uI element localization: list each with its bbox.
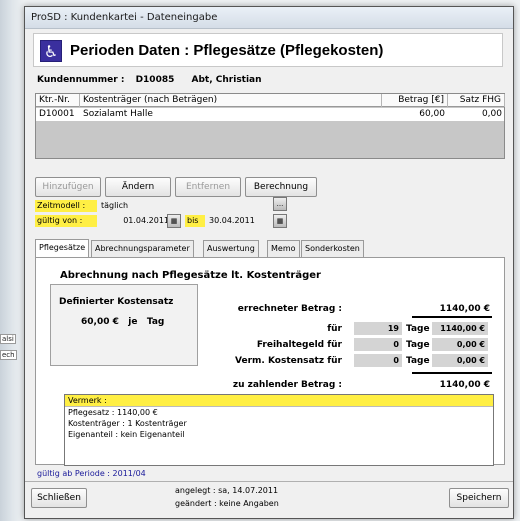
table-header: Ktr.-Nr. Kostenträger (nach Beträgen) Be… xyxy=(36,94,505,107)
verm-kostensatz-unit: Tage xyxy=(406,356,430,366)
zeitmodell-more-button[interactable]: ... xyxy=(273,197,287,211)
defined-rate-title: Definierter Kostensatz xyxy=(59,297,174,307)
cost-bearer-table[interactable]: Ktr.-Nr. Kostenträger (nach Beträgen) Be… xyxy=(35,93,505,159)
freihaltegeld-label: Freihaltegeld für xyxy=(256,340,342,350)
computed-amount-value: 1140,00 € xyxy=(439,304,490,314)
zeitmodell-label: Zeitmodell : xyxy=(35,200,97,212)
remark-line: Kostenträger : 1 Kostenträger xyxy=(68,419,187,428)
fuer-label: für xyxy=(327,324,342,334)
valid-from-label: gültig von : xyxy=(35,215,97,227)
valid-to-field[interactable]: 30.04.2011 xyxy=(209,214,267,227)
remark-line: Eigenanteil : kein Eigenanteil xyxy=(68,430,185,439)
cell-satz: 0,00 xyxy=(481,109,502,119)
defined-rate-box: Definierter Kostensatz 60,00 € je Tag xyxy=(50,284,198,366)
window-titlebar[interactable]: ProSD : Kundenkartei - Dateneingabe xyxy=(25,7,513,29)
change-button[interactable]: Ändern xyxy=(105,177,171,197)
valid-period-text: gültig ab Periode : 2011/04 xyxy=(37,469,146,478)
tab-pflegesaetze[interactable]: Pflegesätze xyxy=(35,239,90,257)
verm-kostensatz-label: Verm. Kostensatz für xyxy=(235,356,342,366)
customer-number: D10085 xyxy=(135,75,175,85)
tab-memo[interactable]: Memo xyxy=(267,240,300,257)
main-window: ProSD : Kundenkartei - Dateneingabe ♿ Pe… xyxy=(24,6,514,519)
save-button[interactable]: Speichern xyxy=(449,488,509,508)
column-header-ktr[interactable]: Ktr.-Nr. xyxy=(36,94,80,107)
footer-divider xyxy=(25,481,513,482)
valid-to-label: bis xyxy=(185,215,205,227)
calendar-icon[interactable]: ▦ xyxy=(167,214,181,228)
table-row[interactable]: D10001 Sozialamt Halle 60,00 0,00 xyxy=(36,108,504,121)
background-window-fragment: ech xyxy=(0,350,17,360)
valid-from-field[interactable]: 01.04.2011 xyxy=(101,214,169,227)
changed-info: geändert : keine Angaben xyxy=(175,499,279,508)
customer-info: Kundennummer : D10085 Abt, Christian xyxy=(37,75,270,85)
total-rule xyxy=(412,316,492,318)
created-info: angelegt : sa, 14.07.2011 xyxy=(175,486,279,495)
calculate-button[interactable]: Berechnung xyxy=(245,177,317,197)
remark-title: Vermerk : xyxy=(65,395,493,407)
total-rule xyxy=(412,372,492,374)
page-header: ♿ Perioden Daten : Pflegesätze (Pflegeko… xyxy=(33,33,503,67)
fuer-days-field[interactable]: 19 xyxy=(354,322,402,335)
verm-kostensatz-amount-field: 0,00 € xyxy=(432,354,488,367)
remark-line: Pflegesatz : 1140,00 € xyxy=(68,408,158,417)
page-title: Perioden Daten : Pflegesätze (Pflegekost… xyxy=(70,42,384,59)
remark-box[interactable]: Vermerk : Pflegesatz : 1140,00 € Kostent… xyxy=(64,394,494,466)
add-button[interactable]: Hinzufügen xyxy=(35,177,101,197)
tab-abrechnungsparameter[interactable]: Abrechnungsparameter xyxy=(91,240,194,257)
column-header-satz[interactable]: Satz FHG xyxy=(448,94,505,107)
tab-auswertung[interactable]: Auswertung xyxy=(203,240,259,257)
freihaltegeld-unit: Tage xyxy=(406,340,430,350)
customer-number-label: Kundennummer : xyxy=(37,75,125,85)
payable-amount-label: zu zahlender Betrag : xyxy=(232,380,342,390)
cell-ktr: D10001 xyxy=(39,109,75,119)
section-title: Abrechnung nach Pflegesätze lt. Kostentr… xyxy=(60,270,321,281)
zeitmodell-value[interactable]: täglich xyxy=(101,199,261,212)
payable-amount-value: 1140,00 € xyxy=(439,380,490,390)
column-header-kostentraeger[interactable]: Kostenträger (nach Beträgen) xyxy=(80,94,382,107)
cell-kostentraeger: Sozialamt Halle xyxy=(83,109,153,119)
calendar-icon[interactable]: ▦ xyxy=(273,214,287,228)
close-button[interactable]: Schließen xyxy=(31,488,87,508)
column-header-betrag[interactable]: Betrag [€] xyxy=(382,94,448,107)
fuer-amount-field: 1140,00 € xyxy=(432,322,488,335)
wheelchair-icon: ♿ xyxy=(40,40,62,62)
verm-kostensatz-days-field[interactable]: 0 xyxy=(354,354,402,367)
remove-button[interactable]: Entfernen xyxy=(175,177,241,197)
customer-name: Abt, Christian xyxy=(191,75,262,85)
freihaltegeld-amount-field: 0,00 € xyxy=(432,338,488,351)
background-window-fragment: alsi xyxy=(0,334,16,344)
tab-panel-pflegesaetze: Abrechnung nach Pflegesätze lt. Kostentr… xyxy=(35,257,505,466)
fuer-unit: Tage xyxy=(406,324,430,334)
computed-amount-label: errechneter Betrag : xyxy=(237,304,342,314)
freihaltegeld-days-field[interactable]: 0 xyxy=(354,338,402,351)
tab-sonderkosten[interactable]: Sonderkosten xyxy=(301,240,364,257)
defined-rate-value: 60,00 € je Tag xyxy=(81,317,165,327)
cell-betrag: 60,00 xyxy=(419,109,445,119)
